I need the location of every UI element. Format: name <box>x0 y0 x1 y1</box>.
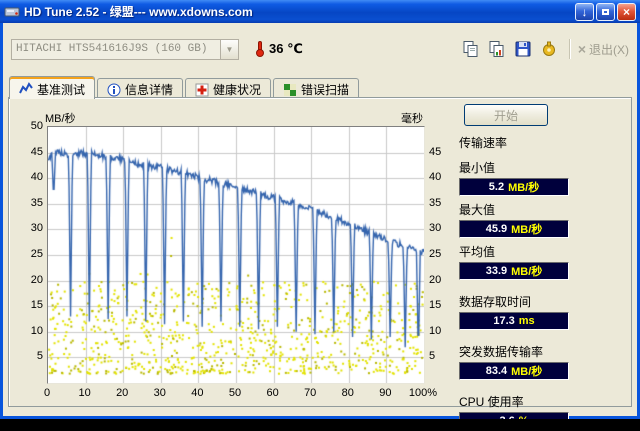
health-cross-icon <box>195 83 209 96</box>
tab-health[interactable]: 健康状况 <box>185 78 272 98</box>
copy-chart-button[interactable] <box>483 37 510 61</box>
close-button[interactable]: × <box>617 2 636 21</box>
exit-label: 退出(X) <box>589 42 629 57</box>
exit-button[interactable]: × 退出(X) <box>578 41 629 58</box>
hd-tune-window: HD Tune 2.52 - 绿盟--- www.xdowns.com ↓ × … <box>0 0 640 430</box>
minimize-button[interactable]: ↓ <box>575 2 594 21</box>
close-icon: × <box>622 4 630 19</box>
y-right-axis-unit: 毫秒 <box>401 113 423 125</box>
maximize-icon <box>602 8 609 15</box>
screen: HD Tune 2.52 - 绿盟--- www.xdowns.com ↓ × … <box>0 0 640 431</box>
tab-benchmark[interactable]: 基准测试 <box>9 76 96 99</box>
toolbar-separator <box>568 39 571 59</box>
tab-bar: 基准测试 信息详情 健康状况 错误扫描 <box>9 76 361 99</box>
transfer-rate-group-title: 传输速率 <box>459 136 508 150</box>
drive-select[interactable]: HITACHI HTS541616J9S (160 GB) ▼ <box>11 38 239 60</box>
stat-burst-rate: 突发数据传输率 83.4 MB/秒 <box>459 343 581 380</box>
exit-icon: × <box>577 41 586 57</box>
titlebar[interactable]: HD Tune 2.52 - 绿盟--- www.xdowns.com ↓ × <box>0 0 640 23</box>
stat-maximum-value-box: 45.9 MB/秒 <box>459 220 569 238</box>
stat-access-time: 数据存取时间 17.3 ms <box>459 293 581 330</box>
copy-icon <box>463 41 478 57</box>
chart-plot-area <box>47 126 425 384</box>
toolbar-buttons: × 退出(X) <box>457 37 629 61</box>
stat-burst-rate-value-box: 83.4 MB/秒 <box>459 362 569 380</box>
down-arrow-icon: ↓ <box>581 4 588 19</box>
chevron-down-icon[interactable]: ▼ <box>220 39 238 59</box>
temperature-indicator: 36 ℃ <box>255 41 303 57</box>
options-button[interactable] <box>535 37 562 61</box>
save-button[interactable] <box>509 37 536 61</box>
benchmark-icon <box>19 82 33 94</box>
tab-info[interactable]: 信息详情 <box>97 78 184 98</box>
stat-maximum: 最大值 45.9 MB/秒 <box>459 201 581 238</box>
tab-error-scan[interactable]: 错误扫描 <box>273 78 360 98</box>
thermometer-icon <box>255 41 265 57</box>
copy-chart-icon <box>489 41 504 57</box>
benchmark-chart <box>48 127 424 383</box>
benchmark-panel: 开始 MB/秒 毫秒 50 45 40 35 30 25 20 15 10 5 45 40 35 30 2… <box>8 97 632 430</box>
temperature-unit: ℃ <box>287 41 303 56</box>
maximize-button[interactable] <box>596 2 615 21</box>
toolbar: HITACHI HTS541616J9S (160 GB) ▼ 36 ℃ × 退… <box>3 23 637 75</box>
save-icon <box>515 41 531 57</box>
desktop-background <box>0 419 640 431</box>
window-title: HD Tune 2.52 - 绿盟--- www.xdowns.com <box>24 5 253 19</box>
app-icon <box>4 7 20 16</box>
start-button[interactable]: 开始 <box>464 104 548 126</box>
stat-minimum: 最小值 5.2 MB/秒 <box>459 159 581 196</box>
stat-access-time-value-box: 17.3 ms <box>459 312 569 330</box>
stat-average-value-box: 33.9 MB/秒 <box>459 262 569 280</box>
error-scan-icon <box>284 83 297 96</box>
stats-column: 传输速率 最小值 5.2 MB/秒 最大值 45.9 MB/秒 平均值 33.9… <box>459 134 581 431</box>
copy-button[interactable] <box>457 37 484 61</box>
stat-average: 平均值 33.9 MB/秒 <box>459 243 581 280</box>
info-icon <box>107 83 121 96</box>
drive-select-value: HITACHI HTS541616J9S (160 GB) <box>16 42 208 55</box>
temperature-value: 36 <box>269 41 284 56</box>
stat-minimum-value-box: 5.2 MB/秒 <box>459 178 569 196</box>
y-left-axis-unit: MB/秒 <box>45 113 76 125</box>
options-icon <box>542 41 555 56</box>
